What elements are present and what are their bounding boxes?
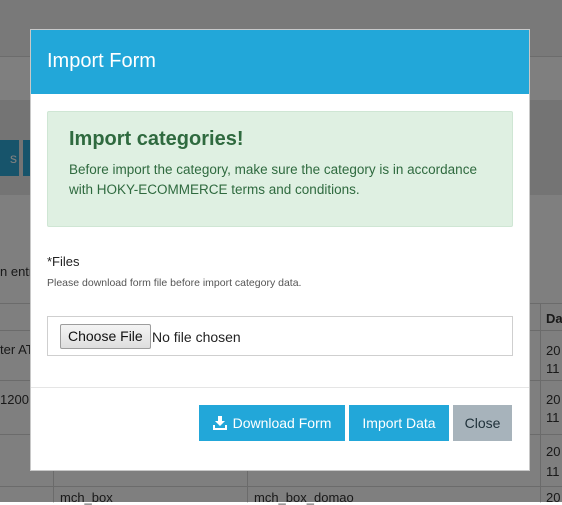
import-data-button[interactable]: Import Data <box>349 405 449 441</box>
download-form-label: Download Form <box>232 415 332 431</box>
choose-file-button[interactable]: Choose File <box>60 324 151 349</box>
info-alert: Import categories! Before import the cat… <box>47 111 513 227</box>
download-form-button[interactable]: Download Form <box>199 405 345 441</box>
modal-footer-divider <box>31 387 529 388</box>
alert-title: Import categories! <box>69 128 244 150</box>
download-icon <box>212 415 227 430</box>
modal-title: Import Form <box>47 50 156 72</box>
alert-text: Before import the category, make sure th… <box>69 162 477 197</box>
no-file-chosen-text: No file chosen <box>152 329 241 345</box>
file-input[interactable]: Choose File No file chosen <box>47 316 513 356</box>
import-form-modal: Import Form Import categories! Before im… <box>30 29 530 471</box>
files-help-text: Please download form file before import … <box>47 277 302 289</box>
close-button[interactable]: Close <box>453 405 512 441</box>
files-label: *Files <box>47 254 80 269</box>
modal-header: Import Form <box>31 30 529 94</box>
